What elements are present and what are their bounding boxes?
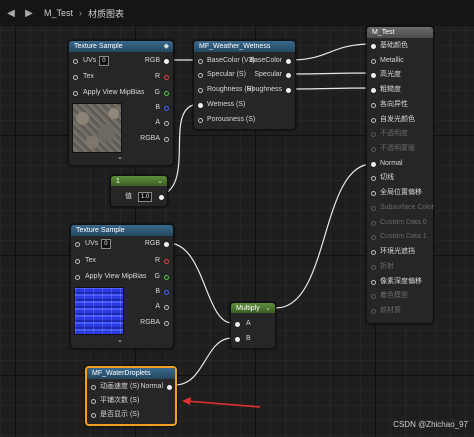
tab-bar: ◀ ▶ M_Test › 材质图表 — [0, 0, 474, 26]
result-pin-subsurface[interactable]: Subsurface Color — [371, 203, 434, 213]
wire-multiply-to-normal — [275, 163, 373, 309]
output-g[interactable]: G — [155, 88, 169, 98]
collapse-icon[interactable]: ⌄ — [265, 303, 271, 314]
texture-sample-node-1[interactable]: Texture Sample ◆ UVs 0 Tex Apply View MipB… — [68, 40, 174, 166]
input-basecolor[interactable]: BaseColor (V3) — [198, 56, 255, 66]
input-visible[interactable]: 是否显示 (S) — [91, 410, 139, 420]
input-mipbias[interactable]: Apply View MipBias — [73, 88, 144, 98]
input-anim-speed[interactable]: 动画速度 (S) — [91, 382, 139, 392]
result-pin-anisotropy[interactable]: 各向异性 — [371, 100, 408, 110]
input-mipbias[interactable]: Apply View MipBias — [75, 272, 146, 282]
output-rgb[interactable]: RGB — [145, 239, 169, 249]
result-pin-basecolor[interactable]: 基础颜色 — [371, 41, 408, 51]
output-a[interactable]: A — [155, 118, 169, 128]
back-icon[interactable]: ◀ — [4, 6, 18, 20]
wire-basecolor-to-result — [289, 43, 373, 61]
wire-droplets-to-multiplyB — [174, 337, 233, 386]
input-b[interactable]: B — [235, 334, 251, 344]
node-title: 1 — [116, 177, 120, 185]
output-rgba[interactable]: RGBA — [140, 134, 169, 144]
weather-wetness-node[interactable]: MF_Weather_Wetness BaseColor (V3) Specul… — [193, 40, 296, 130]
collapse-icon[interactable]: ⌄ — [157, 176, 163, 187]
output-value[interactable] — [159, 192, 164, 202]
input-wetness[interactable]: Wetness (S) — [198, 100, 245, 110]
result-pin-refraction[interactable]: 折射 — [371, 262, 394, 272]
breadcrumb-graph[interactable]: 材质图表 — [88, 7, 124, 20]
input-porousness[interactable]: Porousness (S) — [198, 115, 255, 125]
node-title: M_Test — [372, 29, 395, 36]
result-pin-metallic[interactable]: Metallic — [371, 56, 404, 66]
node-title: Texture Sample — [76, 227, 125, 234]
value-field[interactable]: 1.0 — [138, 192, 153, 202]
water-normal-texture-icon — [74, 287, 124, 335]
output-g[interactable]: G — [155, 272, 169, 282]
red-arrow — [182, 397, 261, 408]
wire-specular-to-result — [289, 72, 373, 75]
output-b[interactable]: B — [155, 287, 169, 297]
multiply-node[interactable]: Multiply ⌄ A B — [230, 302, 276, 349]
output-rgba[interactable]: RGBA — [140, 318, 169, 328]
output-roughness[interactable]: Roughness — [247, 85, 291, 95]
node-title: Texture Sample — [74, 43, 123, 50]
collapse-icon[interactable]: ◆ — [164, 41, 169, 52]
stone-texture-icon — [72, 103, 122, 153]
input-tex[interactable]: Tex — [73, 72, 94, 82]
uvs-field[interactable]: 0 — [99, 56, 109, 66]
expand-chevron-icon[interactable]: ⌄ — [117, 336, 123, 346]
output-a[interactable]: A — [155, 302, 169, 312]
result-pin-front-material[interactable]: 前材质 — [371, 306, 401, 316]
output-r[interactable]: R — [155, 72, 169, 82]
input-uvs[interactable]: UVs 0 — [75, 239, 111, 249]
scalar-constant-node[interactable]: 1 ⌄ 值 1.0 — [110, 175, 168, 207]
result-pin-ao[interactable]: 环境光遮挡 — [371, 247, 415, 257]
node-title: Multiply — [236, 304, 260, 312]
result-pin-custom1[interactable]: Custom Data 1 — [371, 232, 427, 242]
result-pin-shading-model[interactable]: 着色模型 — [371, 291, 408, 301]
result-pin-opacity[interactable]: 不透明度 — [371, 129, 408, 139]
node-title: MF_Weather_Wetness — [199, 43, 271, 50]
input-tiling[interactable]: 平铺次数 (S) — [91, 396, 139, 406]
value-row: 值 1.0 — [125, 192, 153, 202]
uvs-field[interactable]: 0 — [101, 239, 111, 249]
result-pin-emissive[interactable]: 自发光颜色 — [371, 115, 415, 125]
material-result-node[interactable]: M_Test 基础颜色 Metallic 高光度 粗糙度 各向异性 自发光颜色 … — [366, 26, 434, 324]
watermark: CSDN @Zhichao_97 — [393, 420, 468, 429]
result-pin-normal[interactable]: Normal — [371, 159, 403, 169]
input-roughness[interactable]: Roughness (S) — [198, 85, 254, 95]
texture-sample-node-2[interactable]: Texture Sample UVs 0 Tex Apply View MipBi… — [70, 224, 174, 349]
result-pin-roughness[interactable]: 粗糙度 — [371, 85, 401, 95]
result-pin-custom0[interactable]: Custom Data 0 — [371, 218, 427, 228]
result-pin-pixel-depth[interactable]: 像素深度偏移 — [371, 277, 422, 287]
input-a[interactable]: A — [235, 319, 251, 329]
result-pin-tangent[interactable]: 切线 — [371, 173, 394, 183]
output-normal[interactable]: Normal — [140, 382, 172, 392]
wire-roughness-to-result — [289, 87, 373, 90]
node-title: MF_WaterDroplets — [92, 370, 151, 377]
breadcrumb-asset[interactable]: M_Test — [44, 8, 73, 18]
input-uvs[interactable]: UVs 0 — [73, 56, 109, 66]
input-tex[interactable]: Tex — [75, 256, 96, 266]
output-rgb[interactable]: RGB — [145, 56, 169, 66]
output-b[interactable]: B — [155, 103, 169, 113]
breadcrumb-separator-icon: › — [79, 8, 83, 18]
input-specular[interactable]: Specular (S) — [198, 70, 246, 80]
output-basecolor[interactable]: BaseColor — [249, 56, 291, 66]
expand-chevron-icon[interactable]: ⌄ — [117, 153, 123, 163]
output-specular[interactable]: Specular — [254, 70, 291, 80]
output-r[interactable]: R — [155, 256, 169, 266]
wire-normal-to-multiplyA — [167, 242, 233, 324]
forward-icon[interactable]: ▶ — [22, 6, 36, 20]
result-pin-opacity-mask[interactable]: 不透明蒙版 — [371, 144, 415, 154]
water-droplets-node[interactable]: MF_WaterDroplets 动画速度 (S) 平铺次数 (S) 是否显示 … — [85, 366, 177, 426]
result-pin-world-offset[interactable]: 全局位置偏移 — [371, 188, 422, 198]
result-pin-specular[interactable]: 高光度 — [371, 70, 401, 80]
